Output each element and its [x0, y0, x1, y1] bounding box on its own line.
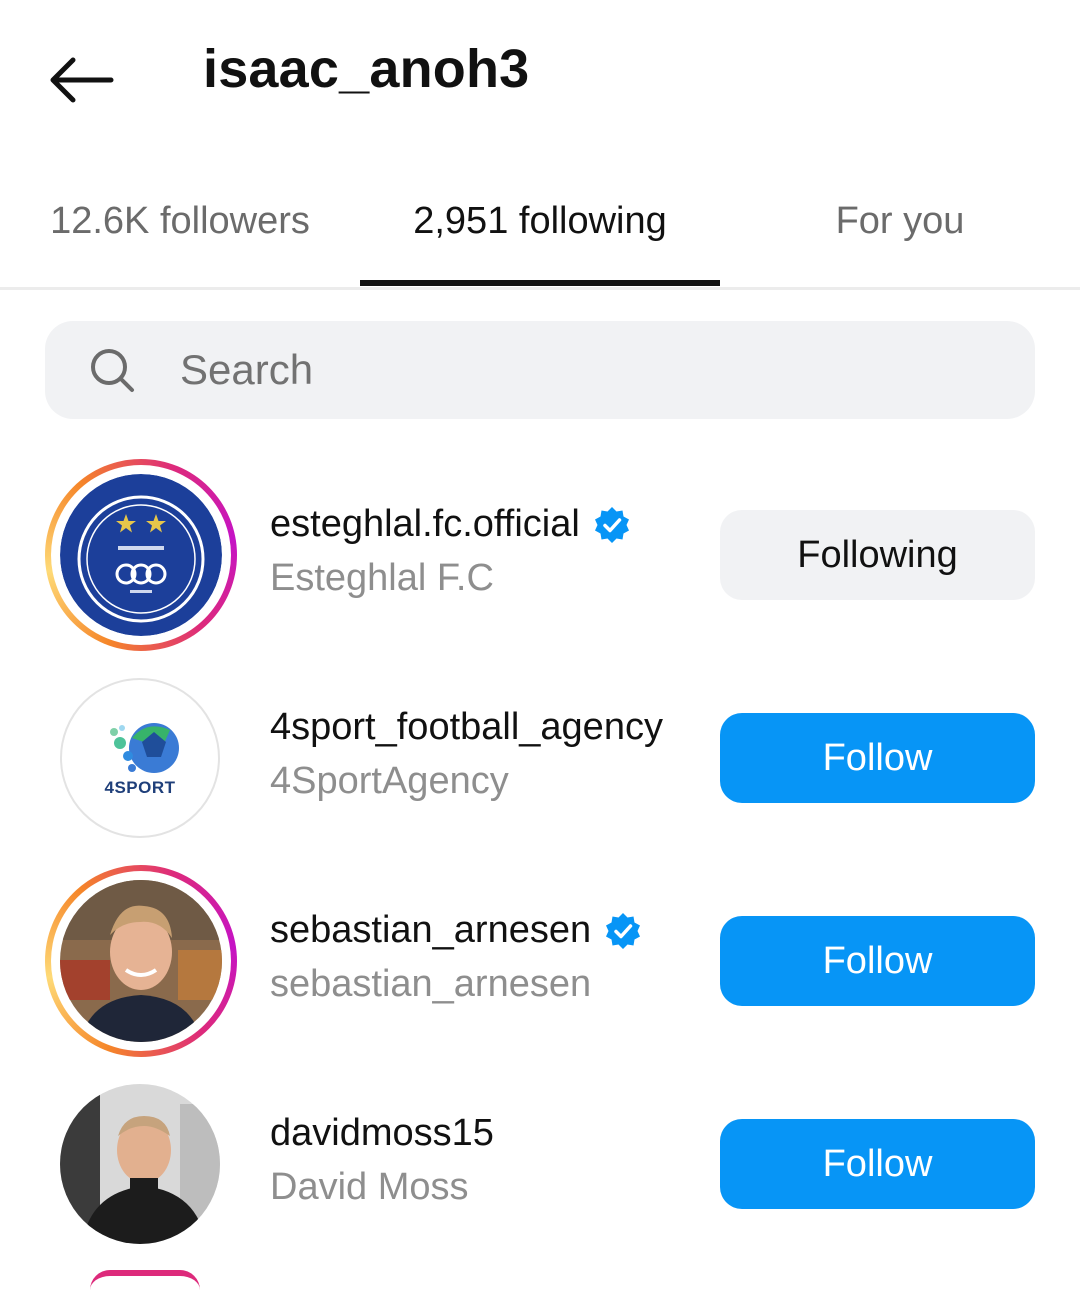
top-bar: isaac_anoh3 [0, 0, 1080, 150]
list-item[interactable]: esteghlal.fc.official Esteghlal F.C Foll… [0, 459, 1080, 659]
follow-button[interactable]: Follow [720, 713, 1035, 803]
avatar [60, 880, 222, 1042]
tab-following[interactable]: 2,951 following [360, 178, 720, 287]
profile-photo [60, 1084, 220, 1244]
agency-logo-text: 4SPORT [104, 778, 176, 797]
arrow-left-icon [50, 57, 114, 103]
username[interactable]: 4sport_football_agency [270, 706, 663, 749]
following-button[interactable]: Following [720, 510, 1035, 600]
page-title: isaac_anoh3 [203, 39, 530, 99]
tab-for-you[interactable]: For you [740, 178, 1060, 287]
username[interactable]: esteghlal.fc.official [270, 503, 580, 546]
list-item[interactable]: 4SPORT 4sport_football_agency 4SportAgen… [0, 662, 1080, 862]
story-ring[interactable] [45, 459, 237, 651]
active-tab-indicator [360, 280, 720, 286]
avatar: 4SPORT [60, 678, 220, 838]
profile-photo [60, 880, 222, 1042]
username[interactable]: sebastian_arnesen [270, 909, 591, 952]
tab-bar: 12.6K followers 2,951 following For you [0, 178, 1080, 290]
follow-button[interactable]: Follow [720, 916, 1035, 1006]
search-icon [91, 349, 134, 392]
search-input[interactable] [180, 321, 1000, 419]
agency-logo-icon [110, 723, 179, 773]
full-name: David Moss [270, 1166, 469, 1208]
list-item[interactable]: sebastian_arnesen sebastian_arnesen Foll… [0, 865, 1080, 1065]
full-name: 4SportAgency [270, 760, 509, 802]
avatar [60, 1084, 220, 1244]
username[interactable]: davidmoss15 [270, 1112, 494, 1155]
follow-button[interactable]: Follow [720, 1119, 1035, 1209]
list-item[interactable]: davidmoss15 David Moss Follow [0, 1068, 1080, 1268]
tab-followers[interactable]: 12.6K followers [20, 178, 340, 287]
story-ring[interactable] [45, 865, 237, 1057]
full-name: sebastian_arnesen [270, 963, 592, 1005]
back-button[interactable] [40, 40, 120, 120]
full-name: Esteghlal F.C [270, 557, 494, 599]
avatar [60, 474, 222, 636]
verified-badge-icon [594, 506, 629, 543]
story-ring [90, 1270, 200, 1290]
club-crest-icon [60, 474, 222, 636]
verified-badge-icon [606, 912, 641, 949]
